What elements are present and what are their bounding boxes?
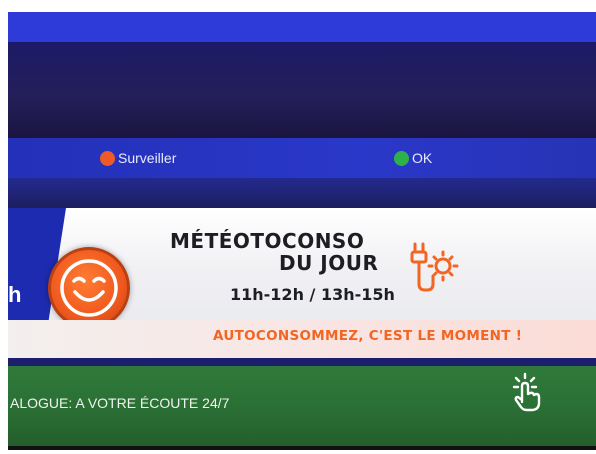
legend-item-ok: OK — [394, 149, 432, 167]
top-bar — [8, 12, 596, 42]
divider-band — [8, 178, 596, 212]
bottom-divider — [8, 358, 596, 366]
legend-item-surveiller: Surveiller — [100, 149, 176, 167]
header-area — [8, 42, 596, 138]
screen-bottom-edge — [8, 446, 596, 450]
legend-label-ok: OK — [412, 150, 433, 166]
orange-dot-icon — [100, 150, 115, 166]
banner-tagline: AUTOCONSOMMEZ, C'EST LE MOMENT ! — [213, 328, 523, 344]
green-dot-icon — [394, 150, 409, 166]
banner-hours: 11h-12h / 13h-15h — [230, 285, 395, 304]
tap-hand-icon[interactable] — [510, 372, 544, 417]
banner-title-line1: MÉTÉOTOCONSO — [170, 229, 365, 253]
banner-title-line2: DU JOUR — [279, 251, 379, 275]
contact-bar-text: ALOGUE: A VOTRE ÉCOUTE 24/7 — [10, 395, 230, 411]
happy-face-icon — [48, 247, 130, 329]
tv-screen: Surveiller OK h MÉTÉOTOCONSO DU JOUR 11h… — [8, 12, 596, 450]
plug-sun-icon — [409, 240, 465, 301]
legend-label-surveiller: Surveiller — [118, 150, 177, 166]
banner-side-letter: h — [8, 282, 22, 307]
legend-band — [8, 138, 596, 178]
